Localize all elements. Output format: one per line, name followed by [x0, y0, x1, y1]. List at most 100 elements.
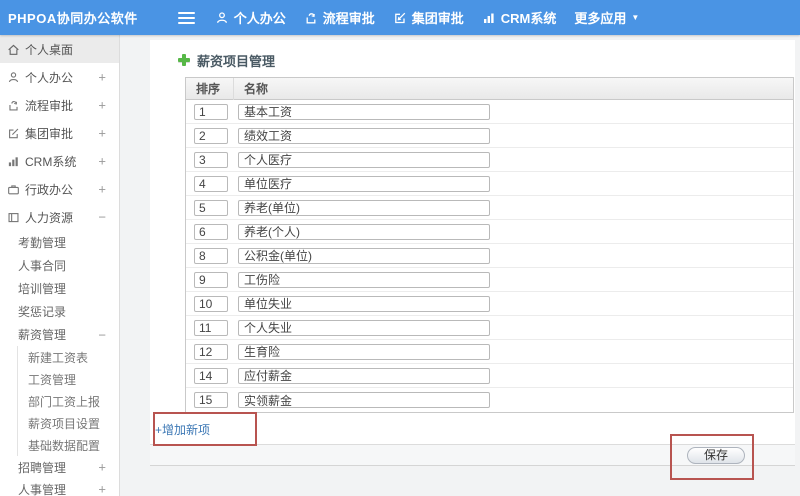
sidebar-item-salary-item-settings[interactable]: 薪资项目设置	[18, 412, 119, 434]
order-input[interactable]	[194, 319, 228, 336]
sidebar-item-base-data-config[interactable]: 基础数据配置	[18, 434, 119, 456]
expand-plus-icon: +	[98, 459, 106, 475]
order-input[interactable]	[194, 199, 228, 216]
page-title-row: 薪资项目管理	[178, 40, 795, 70]
name-input[interactable]	[238, 127, 490, 144]
edit-icon	[7, 127, 25, 140]
order-input[interactable]	[194, 247, 228, 264]
table-row	[186, 364, 793, 388]
sidebar-item-label: 集团审批	[25, 126, 74, 141]
order-input[interactable]	[194, 103, 228, 120]
column-header-name: 名称	[244, 82, 269, 96]
nav-more-apps[interactable]: 更多应用 ▼	[574, 8, 639, 27]
sidebar-item-dept-payroll-report[interactable]: 部门工资上报	[18, 390, 119, 412]
name-input[interactable]	[238, 247, 490, 264]
table-row	[186, 148, 793, 172]
name-input[interactable]	[238, 271, 490, 288]
sidebar-item-label: 部门工资上报	[28, 394, 101, 409]
sidebar-item-label: 行政办公	[25, 182, 74, 197]
nav-group-approval[interactable]: 集团审批	[393, 8, 464, 27]
sidebar-item-label: 招聘管理	[18, 460, 67, 475]
sidebar-item-attendance-mgmt[interactable]: 考勤管理	[0, 231, 119, 254]
order-input[interactable]	[194, 343, 228, 360]
name-input[interactable]	[238, 295, 490, 312]
table-row	[186, 196, 793, 220]
briefcase-icon	[7, 183, 25, 196]
process-arrow-icon	[304, 11, 323, 25]
order-input[interactable]	[194, 223, 228, 240]
sidebar-item-label: 人事合同	[18, 259, 67, 273]
table-row	[186, 292, 793, 316]
save-button[interactable]: 保存	[687, 446, 745, 464]
sidebar-item-group-approval[interactable]: 集团审批 +	[0, 119, 119, 147]
name-input[interactable]	[238, 175, 490, 192]
page-title: 薪资项目管理	[197, 53, 276, 69]
sidebar-item-admin-office[interactable]: 行政办公 +	[0, 175, 119, 203]
sidebar-item-label: 薪资项目设置	[28, 416, 101, 431]
sidebar-item-reward-records[interactable]: 奖惩记录	[0, 300, 119, 323]
table-row	[186, 268, 793, 292]
collapse-minus-icon: −	[98, 209, 106, 225]
name-input[interactable]	[238, 319, 490, 336]
expand-plus-icon: +	[98, 125, 106, 141]
expand-plus-icon: +	[98, 97, 106, 113]
sidebar-item-label: 工资管理	[28, 372, 77, 387]
name-input[interactable]	[238, 199, 490, 216]
name-input[interactable]	[238, 223, 490, 240]
order-input[interactable]	[194, 271, 228, 288]
app-window: PHPOA协同办公软件 个人办公 流程审批 集团审批 CRM系统 更多应用 ▼ …	[0, 0, 800, 496]
main-content: 薪资项目管理 排序 名称 1 基本工资 2 绩效工资 3 个人医疗 4 单位医疗…	[120, 35, 800, 496]
sidebar-item-recruitment-mgmt[interactable]: 招聘管理 +	[0, 456, 119, 478]
table-row	[186, 316, 793, 340]
sidebar-item-human-resources[interactable]: 人力资源 −	[0, 203, 119, 231]
table-row	[186, 388, 793, 412]
sidebar-item-label: 奖惩记录	[18, 305, 67, 319]
expand-plus-icon: +	[98, 181, 106, 197]
name-input[interactable]	[238, 151, 490, 168]
sidebar-item-personnel-mgmt[interactable]: 人事管理 +	[0, 478, 119, 496]
hamburger-menu-icon[interactable]	[177, 11, 195, 24]
sidebar-item-payroll-mgmt[interactable]: 工资管理	[18, 368, 119, 390]
sidebar-item-personal-desktop[interactable]: 个人桌面	[0, 35, 119, 63]
sidebar-item-hr-contract[interactable]: 人事合同	[0, 254, 119, 277]
name-input[interactable]	[238, 367, 490, 384]
footer-action-bar: 保存	[150, 444, 795, 466]
order-input[interactable]	[194, 367, 228, 384]
salary-submenu: 新建工资表 工资管理 部门工资上报 薪资项目设置 基础数据配置	[17, 346, 119, 456]
nav-process-approval[interactable]: 流程审批	[304, 8, 375, 27]
table-row	[186, 220, 793, 244]
add-new-item-link[interactable]: +增加新项	[155, 421, 210, 438]
sidebar-item-personal-office[interactable]: 个人办公 +	[0, 63, 119, 91]
nav-crm-system[interactable]: CRM系统	[482, 8, 556, 27]
home-icon	[7, 43, 25, 56]
table-row	[186, 124, 793, 148]
order-input[interactable]	[194, 175, 228, 192]
expand-plus-icon: +	[98, 153, 106, 169]
order-input[interactable]	[194, 392, 228, 408]
nav-personal-office[interactable]: 个人办公	[215, 8, 286, 27]
table-header-row: 排序 名称	[186, 77, 793, 100]
top-header-bar: PHPOA协同办公软件 个人办公 流程审批 集团审批 CRM系统 更多应用 ▼	[0, 0, 800, 35]
order-input[interactable]	[194, 295, 228, 312]
edit-icon	[393, 11, 412, 25]
name-input[interactable]	[238, 343, 490, 360]
sidebar: 个人桌面 个人办公 + 流程审批 + 集团审批 + CRM系统 + 行政办公 +…	[0, 35, 120, 496]
sidebar-item-process-approval[interactable]: 流程审批 +	[0, 91, 119, 119]
collapse-minus-icon: −	[98, 327, 106, 342]
order-input[interactable]	[194, 127, 228, 144]
order-input[interactable]	[194, 151, 228, 168]
name-input[interactable]	[238, 392, 490, 408]
sidebar-item-crm-system[interactable]: CRM系统 +	[0, 147, 119, 175]
salary-items-table: 排序 名称	[185, 77, 794, 413]
top-navigation: 个人办公 流程审批 集团审批 CRM系统 更多应用 ▼	[215, 8, 658, 27]
sidebar-item-label: 人力资源	[25, 210, 74, 225]
sidebar-item-salary-mgmt[interactable]: 薪资管理 −	[0, 323, 119, 346]
green-plus-icon	[178, 54, 190, 66]
name-input[interactable]	[238, 103, 490, 120]
sidebar-item-training-mgmt[interactable]: 培训管理	[0, 277, 119, 300]
expand-plus-icon: +	[98, 481, 106, 496]
nav-label: 个人办公	[233, 11, 286, 26]
table-row	[186, 100, 793, 124]
sidebar-item-new-payroll[interactable]: 新建工资表	[18, 346, 119, 368]
bar-chart-icon	[7, 155, 25, 168]
